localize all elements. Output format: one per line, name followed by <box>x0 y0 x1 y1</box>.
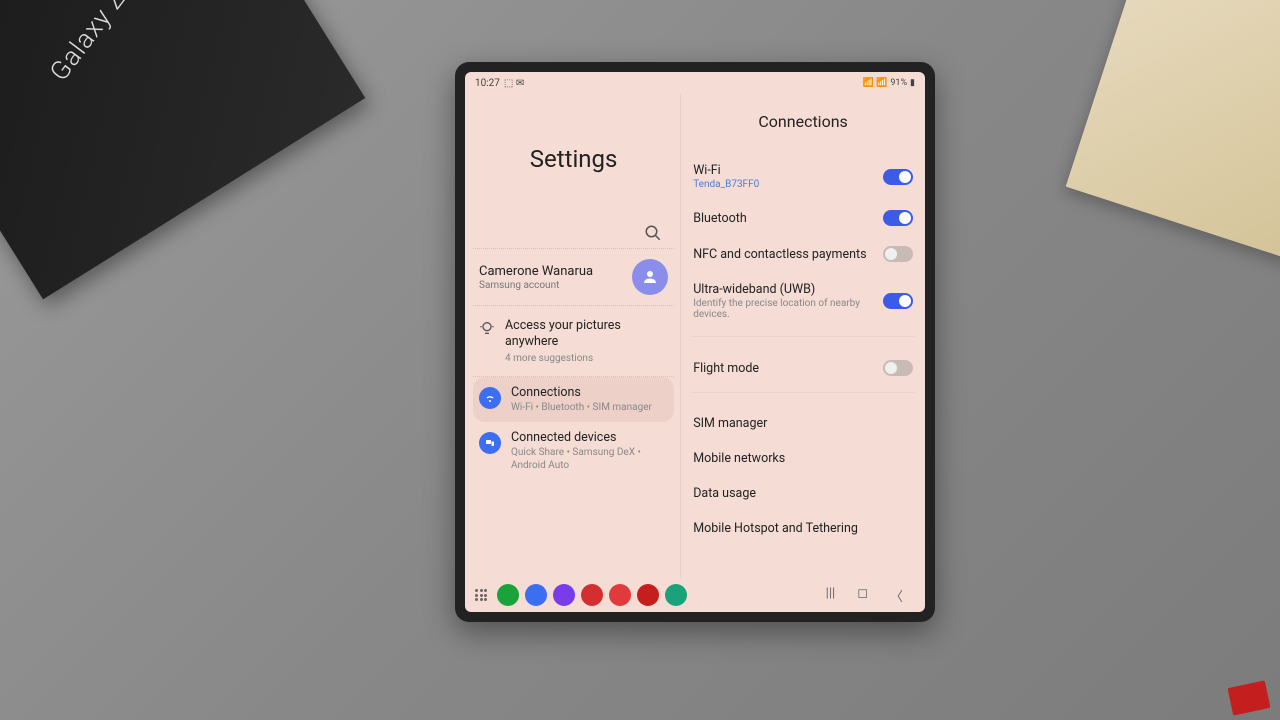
wifi-icon <box>479 387 501 409</box>
signal-icon: 📶 📶 <box>863 78 888 88</box>
dock-app-5[interactable] <box>637 584 659 606</box>
dock-app-3[interactable] <box>581 584 603 606</box>
nav-recent[interactable]: ||| <box>826 586 836 605</box>
mobile-networks-row[interactable]: Mobile networks <box>691 441 915 476</box>
battery-text: 91% <box>890 78 907 88</box>
uwb-toggle[interactable] <box>883 293 913 309</box>
nfc-toggle[interactable] <box>883 246 913 262</box>
dock <box>497 584 687 606</box>
data-usage-row[interactable]: Data usage <box>691 476 915 511</box>
bluetooth-row[interactable]: Bluetooth <box>691 200 915 236</box>
nfc-row[interactable]: NFC and contactless payments <box>691 236 915 272</box>
status-icon: ⬚ ✉ <box>504 78 524 89</box>
wifi-toggle[interactable] <box>883 169 913 185</box>
setting-connections[interactable]: Connections Wi-Fi • Bluetooth • SIM mana… <box>473 377 674 422</box>
page-title: Settings <box>473 94 674 224</box>
suggestion-sub: 4 more suggestions <box>505 353 668 364</box>
setting-connected-devices[interactable]: Connected devices Quick Share • Samsung … <box>473 422 674 480</box>
bluetooth-toggle[interactable] <box>883 210 913 226</box>
uwb-row[interactable]: Ultra-wideband (UWB) Identify the precis… <box>691 272 915 330</box>
screen: 10:27 ⬚ ✉ 📶 📶 91% ▮ Settings Camerone Wa… <box>465 72 925 612</box>
setting-sub: Wi-Fi • Bluetooth • SIM manager <box>511 401 668 414</box>
dock-app-2[interactable] <box>553 584 575 606</box>
dock-app-0[interactable] <box>497 584 519 606</box>
background-wood <box>1066 0 1280 261</box>
corner-logo <box>1228 680 1271 715</box>
dock-app-4[interactable] <box>609 584 631 606</box>
battery-icon: ▮ <box>910 78 915 88</box>
flight-toggle[interactable] <box>883 360 913 376</box>
nav-home[interactable]: ◻ <box>857 586 868 605</box>
hotspot-row[interactable]: Mobile Hotspot and Tethering <box>691 511 915 546</box>
devices-icon <box>479 432 501 454</box>
account-sub: Samsung account <box>479 280 632 291</box>
taskbar: ||| ◻ 〈 <box>465 578 925 612</box>
dock-app-1[interactable] <box>525 584 547 606</box>
account-name: Camerone Wanarua <box>479 264 632 279</box>
account-row[interactable]: Camerone Wanarua Samsung account <box>473 248 674 306</box>
status-bar: 10:27 ⬚ ✉ 📶 📶 91% ▮ <box>465 72 925 94</box>
settings-list-pane: Settings Camerone Wanarua Samsung accoun… <box>465 94 681 578</box>
setting-sub: Quick Share • Samsung DeX • Android Auto <box>511 446 668 472</box>
detail-pane: Connections Wi-Fi Tenda_B73FF0 Bluetooth <box>681 94 925 578</box>
setting-title: Connected devices <box>511 430 668 445</box>
suggestion-row[interactable]: Access your pictures anywhere 4 more sug… <box>473 306 674 377</box>
bulb-icon <box>479 320 495 336</box>
detail-title: Connections <box>691 94 915 153</box>
search-icon[interactable] <box>644 224 662 242</box>
background-box <box>0 0 365 299</box>
dock-app-6[interactable] <box>665 584 687 606</box>
status-time: 10:27 <box>475 78 500 89</box>
flight-mode-row[interactable]: Flight mode <box>691 350 915 386</box>
sim-manager-row[interactable]: SIM manager <box>691 406 915 441</box>
avatar[interactable] <box>632 259 668 295</box>
wifi-row[interactable]: Wi-Fi Tenda_B73FF0 <box>691 153 915 200</box>
setting-title: Connections <box>511 385 668 400</box>
nav-back[interactable]: 〈 <box>890 586 903 605</box>
apps-grid-icon[interactable] <box>475 589 489 601</box>
suggestion-title: Access your pictures anywhere <box>505 318 668 351</box>
device-frame: 10:27 ⬚ ✉ 📶 📶 91% ▮ Settings Camerone Wa… <box>455 62 935 622</box>
person-icon <box>641 268 659 286</box>
